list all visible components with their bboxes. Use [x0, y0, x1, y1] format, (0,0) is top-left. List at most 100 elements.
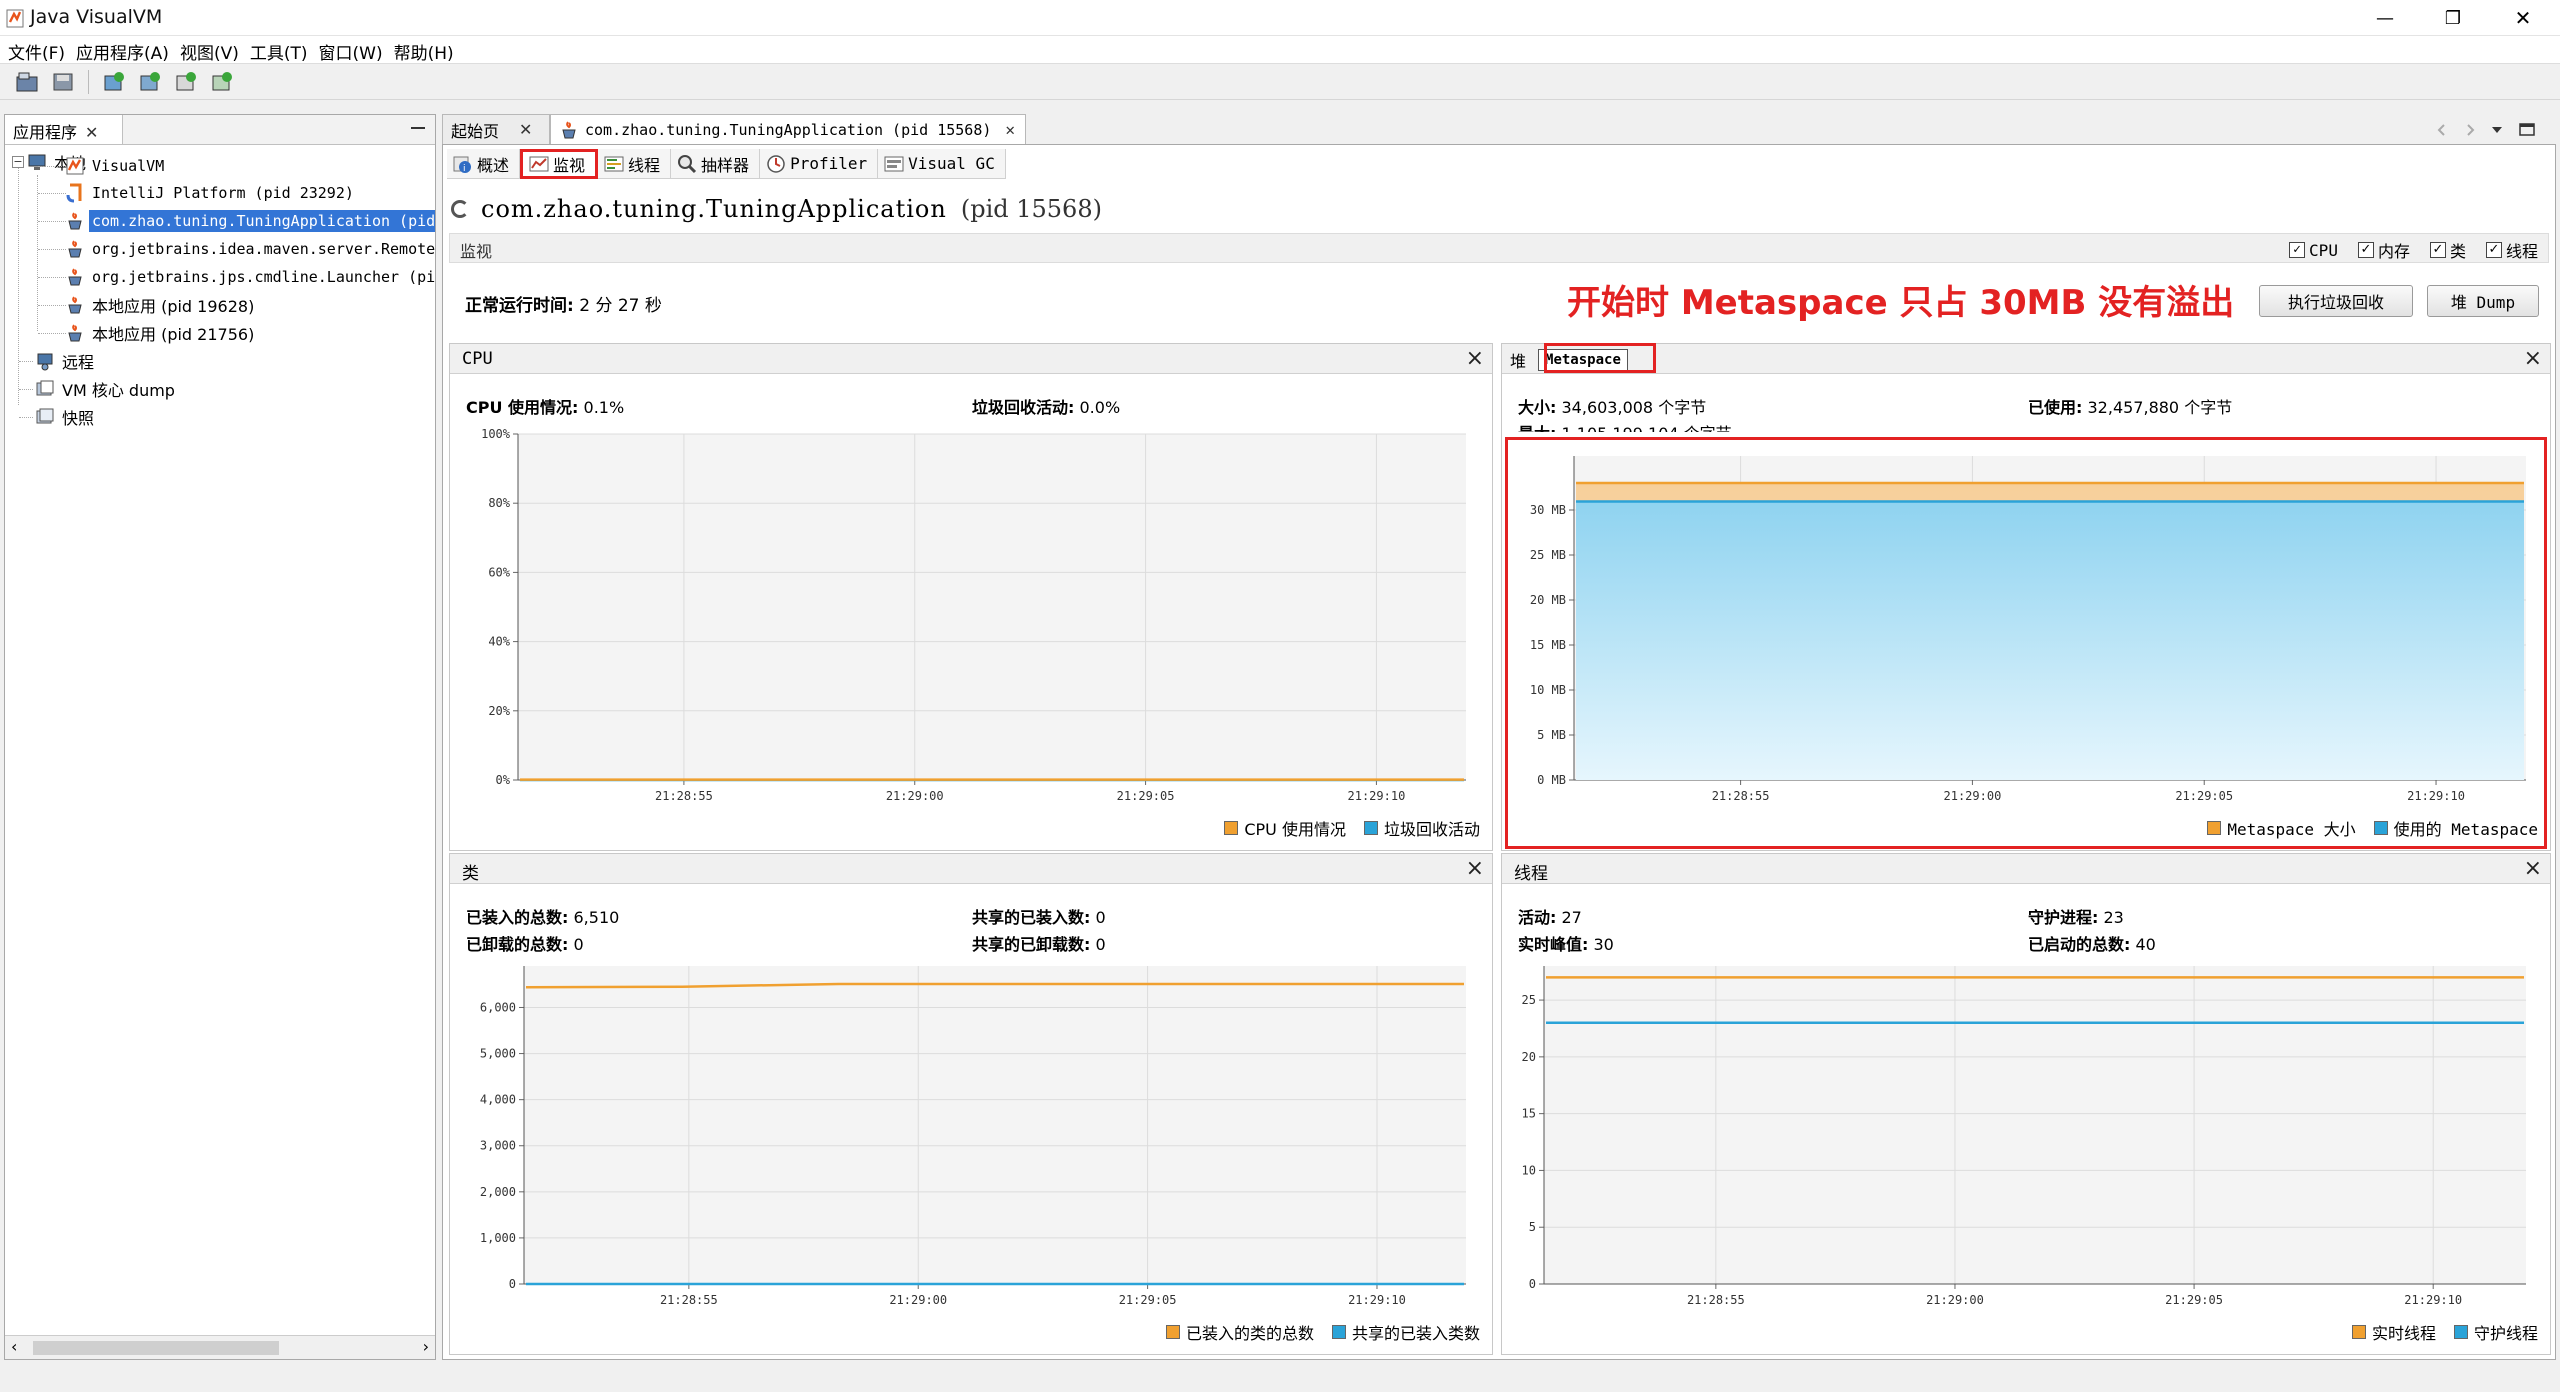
- open-icon[interactable]: [12, 68, 42, 96]
- toolbar: [0, 64, 2560, 100]
- tree-guide: [38, 277, 66, 278]
- menu-applications[interactable]: 应用程序(A): [72, 36, 176, 64]
- menu-bar: 文件(F) 应用程序(A) 视图(V) 工具(T) 窗口(W) 帮助(H): [0, 36, 2560, 64]
- tree-node-local-app-19628[interactable]: 本地应用 (pid 19628): [65, 292, 257, 318]
- tab-label: com.zhao.tuning.TuningApplication (pid 1…: [585, 120, 992, 139]
- tree-node-label: 快照: [62, 409, 95, 428]
- tab-sampler[interactable]: 抽样器: [671, 149, 761, 179]
- cpu-panel: CPU × CPU 使用情况: 0.1% 垃圾回收活动: 0.0% 0% 20% 4…: [449, 343, 1493, 851]
- monitor-checkboxes: ✓ CPU ✓ 内存 ✓ 类 ✓ 线程: [2289, 238, 2538, 262]
- close-icon[interactable]: ✕: [519, 120, 532, 139]
- java-cup-icon: [562, 120, 576, 138]
- close-icon[interactable]: ✕: [85, 123, 98, 142]
- metaspace-chart-highlight: [1505, 437, 2547, 849]
- tree-node-vm-dump[interactable]: VM 核心 dump: [35, 376, 178, 402]
- intellij-icon: [66, 183, 82, 203]
- tab-monitor[interactable]: 监视: [520, 149, 599, 179]
- close-icon[interactable]: ✕: [1005, 120, 1015, 139]
- restore-icon: ❐: [2444, 7, 2462, 29]
- tab-visual-gc[interactable]: Visual GC: [878, 149, 1006, 179]
- x-tick-label: 21:28:55: [660, 1293, 718, 1307]
- tab-tuning-application[interactable]: com.zhao.tuning.TuningApplication (pid 1…: [550, 114, 1026, 144]
- add-snapshot-icon[interactable]: [207, 68, 237, 96]
- tree-node-visualvm[interactable]: VisualVM: [65, 153, 167, 179]
- add-dump-icon[interactable]: [171, 68, 201, 96]
- legend-swatch: [1165, 1325, 1180, 1339]
- y-tick-label: 100%: [481, 427, 511, 441]
- tab-overview[interactable]: i 概述: [447, 149, 521, 179]
- add-remote-icon[interactable]: [135, 68, 165, 96]
- checkbox-classes[interactable]: ✓ 类: [2429, 238, 2466, 262]
- applications-tree: − 本地 VisualVM IntelliJ Platform (pid 232…: [5, 149, 435, 1309]
- plot-area: [518, 434, 1466, 780]
- tree-node-local-app-21756[interactable]: 本地应用 (pid 21756): [65, 320, 257, 346]
- monitor-chart-icon: [529, 156, 549, 172]
- x-tick-label: 21:29:00: [886, 789, 944, 803]
- add-jmx-icon[interactable]: [99, 68, 129, 96]
- menu-file[interactable]: 文件(F): [4, 36, 72, 64]
- y-tick-label: 5,000: [480, 1047, 516, 1061]
- tree-node-snapshots[interactable]: 快照: [35, 404, 97, 430]
- menu-view[interactable]: 视图(V): [176, 36, 246, 64]
- tree-node-remote[interactable]: 远程: [35, 348, 97, 374]
- close-window-button[interactable]: ✕: [2494, 0, 2552, 36]
- y-tick-label: 80%: [488, 496, 510, 510]
- menu-window[interactable]: 窗口(W): [315, 36, 390, 64]
- sampler-icon: [678, 154, 697, 173]
- tree-guide: [19, 417, 33, 418]
- y-tick-label: 3,000: [480, 1139, 516, 1153]
- tree-node-maven-server[interactable]: org.jetbrains.idea.maven.server.Remote: [65, 236, 435, 262]
- minimize-panel-icon[interactable]: [411, 127, 425, 129]
- tree-node-label: VisualVM: [92, 157, 165, 175]
- tree-node-label: VM 核心 dump: [62, 381, 175, 400]
- tree-node-jps-launcher[interactable]: org.jetbrains.jps.cmdline.Launcher (pi: [65, 264, 435, 290]
- tree-node-label: org.jetbrains.jps.cmdline.Launcher (pi: [92, 268, 435, 286]
- tree-guide: [37, 175, 38, 331]
- tab-navigation-icons[interactable]: [2436, 122, 2546, 138]
- perform-gc-button[interactable]: 执行垃圾回收: [2259, 285, 2413, 317]
- applications-tabbar: 应用程序 ✕: [5, 115, 435, 145]
- threads-icon: [604, 156, 624, 171]
- y-tick-label: 40%: [488, 635, 510, 649]
- remote-host-icon: [37, 353, 53, 371]
- scroll-right-icon[interactable]: ›: [423, 1337, 429, 1356]
- menu-help[interactable]: 帮助(H): [390, 36, 461, 64]
- loading-icon: [451, 200, 469, 218]
- collapse-toggle-icon[interactable]: −: [12, 156, 24, 168]
- checkbox-label: 线程: [2505, 242, 2538, 261]
- checkbox-memory[interactable]: ✓ 内存: [2357, 238, 2410, 262]
- x-tick-label: 21:29:00: [889, 1293, 947, 1307]
- java-cup-icon: [68, 296, 82, 314]
- legend-swatch: [1224, 821, 1239, 835]
- checkbox-cpu[interactable]: ✓ CPU: [2289, 238, 2338, 262]
- save-icon[interactable]: [48, 68, 78, 96]
- scrollbar-thumb[interactable]: [33, 1341, 279, 1355]
- visualvm-icon: [66, 157, 84, 175]
- heap-dump-button[interactable]: 堆 Dump: [2427, 285, 2539, 317]
- classes-chart: 0 1,000 2,000 3,000 4,000 5,000 6,000 21:28:55 2…: [480, 966, 1466, 1307]
- y-tick-label: 0: [1529, 1277, 1536, 1291]
- app-name: com.zhao.tuning.TuningApplication: [481, 195, 947, 223]
- tab-profiler[interactable]: Profiler: [760, 149, 879, 179]
- checkbox-threads[interactable]: ✓ 线程: [2485, 238, 2538, 262]
- scroll-left-icon[interactable]: ‹: [11, 1337, 17, 1356]
- tree-guide: [38, 305, 66, 306]
- tree-node-intellij[interactable]: IntelliJ Platform (pid 23292): [65, 180, 357, 206]
- metaspace-tab-highlight: [1544, 343, 1656, 373]
- tab-start-page[interactable]: 起始页 ✕: [442, 114, 550, 144]
- tab-threads[interactable]: 线程: [598, 149, 672, 179]
- computer-icon: [28, 154, 46, 170]
- maximize-button[interactable]: ❐: [2424, 0, 2482, 36]
- menu-tools[interactable]: 工具(T): [246, 36, 315, 64]
- tree-guide: [19, 389, 33, 390]
- minimize-button[interactable]: —: [2356, 0, 2414, 36]
- checkbox-label: 类: [2449, 242, 2466, 261]
- plot-area: [524, 966, 1466, 1284]
- legend-swatch: [1331, 1325, 1346, 1339]
- legend-label: 实时线程: [2371, 1324, 2436, 1343]
- uptime-label: 正常运行时间:: [465, 296, 574, 316]
- horizontal-scrollbar[interactable]: ‹ ›: [5, 1335, 435, 1359]
- tree-node-tuning-application[interactable]: com.zhao.tuning.TuningApplication (pid: [65, 208, 435, 234]
- y-tick-label: 20%: [488, 704, 510, 718]
- applications-tab[interactable]: 应用程序 ✕: [5, 115, 124, 144]
